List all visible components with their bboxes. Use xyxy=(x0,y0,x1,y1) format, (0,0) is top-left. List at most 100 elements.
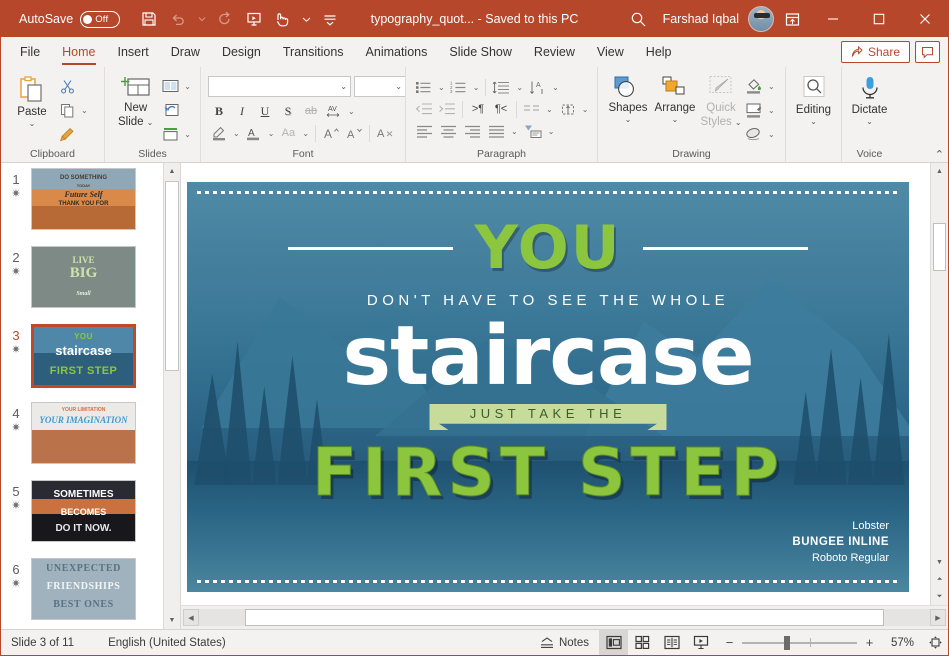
align-right-button[interactable] xyxy=(461,120,484,142)
normal-view-button[interactable] xyxy=(599,630,628,655)
slide-counter[interactable]: Slide 3 of 11 xyxy=(11,637,74,649)
account-name[interactable]: Farshad Iqbal xyxy=(663,12,739,26)
ribbon-toggle-icon[interactable] xyxy=(317,6,343,32)
thumbnail-scroll-down-icon[interactable]: ▼ xyxy=(164,612,180,629)
start-presentation-icon[interactable] xyxy=(241,6,267,32)
columns-dropdown-icon[interactable]: ⌄ xyxy=(544,105,555,114)
ribbon-display-options-icon[interactable] xyxy=(774,1,810,37)
minimize-button[interactable] xyxy=(810,1,856,37)
bold-button[interactable]: B xyxy=(208,100,230,122)
thumbnail-slide-6[interactable]: 6 ✷ UNEXPECTED FRIENDSHIPS BEST ONES xyxy=(1,558,162,629)
zoom-out-button[interactable]: − xyxy=(723,635,736,650)
underline-button[interactable]: U xyxy=(254,100,276,122)
comments-button[interactable] xyxy=(915,41,940,63)
tab-draw[interactable]: Draw xyxy=(160,37,211,67)
thumbnail-frame-1[interactable]: DO SOMETHING TODAY Future Self THANK YOU… xyxy=(31,168,136,230)
arrange-dropdown-icon[interactable]: ⌄ xyxy=(672,116,679,124)
shape-effects-dropdown-icon[interactable]: ⌄ xyxy=(766,130,777,139)
tab-review[interactable]: Review xyxy=(523,37,586,67)
font-name-input[interactable]: ⌄ xyxy=(208,76,351,97)
dictate-button[interactable]: Dictate ⌄ xyxy=(849,72,890,126)
line-spacing-button[interactable] xyxy=(490,76,513,98)
numbering-button[interactable]: 123 xyxy=(448,76,470,98)
zoom-slider-handle[interactable] xyxy=(784,635,790,650)
shapes-button[interactable]: Shapes ⌄ xyxy=(605,72,651,124)
slide-horizontal-scrollbar[interactable]: ◀ ▶ xyxy=(183,609,946,627)
font-name-dropdown-icon[interactable]: ⌄ xyxy=(340,82,347,91)
new-slide-button[interactable]: New Slide ⌄ xyxy=(112,72,159,129)
share-button[interactable]: Share xyxy=(840,41,910,63)
thumbnail-frame-3-selected[interactable]: YOU staircase FIRST STEP xyxy=(31,324,136,388)
italic-button[interactable]: I xyxy=(231,100,253,122)
layout-dropdown-icon[interactable]: ⌄ xyxy=(182,82,193,91)
maximize-button[interactable] xyxy=(856,1,902,37)
dictate-dropdown-icon[interactable]: ⌄ xyxy=(866,118,873,126)
smartart-dropdown-icon[interactable]: ⌄ xyxy=(546,127,557,136)
format-painter-icon[interactable] xyxy=(56,123,78,145)
font-color-button[interactable]: A xyxy=(243,122,265,144)
shape-effects-icon[interactable] xyxy=(743,123,765,145)
previous-slide-icon[interactable]: ⏶ xyxy=(931,571,948,588)
zoom-in-button[interactable]: + xyxy=(863,635,876,650)
font-size-dropdown-icon[interactable]: ⌄ xyxy=(395,82,402,91)
tab-animations[interactable]: Animations xyxy=(355,37,439,67)
zoom-percentage[interactable]: 57% xyxy=(882,637,914,649)
thumbnail-slide-4[interactable]: 4 ✷ YOUR LIMITATION YOUR IMAGINATION xyxy=(1,402,162,480)
slide-word-staircase[interactable]: staircase xyxy=(187,307,909,407)
hscroll-thumb[interactable] xyxy=(245,609,884,626)
tab-home[interactable]: Home xyxy=(51,37,106,67)
autosave-toggle[interactable]: AutoSave Off xyxy=(19,10,121,28)
justify-dropdown-icon[interactable]: ⌄ xyxy=(509,127,520,136)
scroll-left-icon[interactable]: ◀ xyxy=(183,609,199,626)
align-center-button[interactable] xyxy=(437,120,460,142)
search-icon[interactable] xyxy=(619,1,659,37)
thumbnail-slide-5[interactable]: 5 ✷ SOMETIMES BECOMES DO IT NOW. xyxy=(1,480,162,558)
thumbnail-scroll-thumb[interactable] xyxy=(165,181,179,371)
undo-dropdown-icon[interactable] xyxy=(194,6,209,32)
copy-icon[interactable] xyxy=(56,99,78,121)
paste-button[interactable]: Paste ⌄ xyxy=(8,72,56,128)
paste-dropdown-icon[interactable]: ⌄ xyxy=(29,120,36,128)
tab-file[interactable]: File xyxy=(9,37,51,67)
numbering-dropdown-icon[interactable]: ⌄ xyxy=(471,83,482,92)
shapes-dropdown-icon[interactable]: ⌄ xyxy=(625,116,632,124)
thumbnail-slide-2[interactable]: 2 ✷ LIVE BIG Small xyxy=(1,246,162,324)
thumbnail-slide-1[interactable]: 1 ✷ DO SOMETHING TODAY Future Self THANK… xyxy=(1,168,162,246)
cut-icon[interactable] xyxy=(56,75,78,97)
clear-formatting-button[interactable]: A xyxy=(374,122,396,144)
slide-sorter-view-button[interactable] xyxy=(628,630,657,655)
increase-font-size-button[interactable]: A xyxy=(320,122,342,144)
slide-font-credits[interactable]: Lobster BUNGEE INLINE Roboto Regular xyxy=(792,518,889,566)
new-slide-dropdown-icon[interactable]: ⌄ xyxy=(147,118,154,127)
decrease-indent-button[interactable] xyxy=(413,98,435,120)
thumbnail-frame-5[interactable]: SOMETIMES BECOMES DO IT NOW. xyxy=(31,480,136,542)
collapse-ribbon-button[interactable]: ⌃ xyxy=(935,148,944,161)
thumbnail-scroll-up-icon[interactable]: ▲ xyxy=(164,163,180,180)
slide-scroll-thumb[interactable] xyxy=(933,223,946,271)
increase-indent-button[interactable] xyxy=(436,98,458,120)
quick-styles-button[interactable]: Quick Styles ⌄ xyxy=(699,72,743,129)
shape-fill-icon[interactable] xyxy=(743,75,765,97)
tab-help[interactable]: Help xyxy=(635,37,683,67)
editing-dropdown-icon[interactable]: ⌄ xyxy=(810,118,817,126)
arrange-button[interactable]: Arrange ⌄ xyxy=(651,72,699,124)
tab-insert[interactable]: Insert xyxy=(107,37,160,67)
zoom-slider[interactable] xyxy=(742,635,857,650)
slide-show-view-button[interactable] xyxy=(686,630,715,655)
section-dropdown-icon[interactable]: ⌄ xyxy=(182,130,193,139)
rtl-text-direction-button[interactable]: ¶< xyxy=(490,98,512,120)
slide-headline[interactable]: FIRST STEP xyxy=(187,434,909,511)
scroll-right-icon[interactable]: ▶ xyxy=(930,609,946,626)
character-spacing-dropdown-icon[interactable]: ⌄ xyxy=(346,107,357,116)
slide-scroll-up-icon[interactable]: ▲ xyxy=(931,163,948,180)
customize-qat-icon[interactable] xyxy=(299,6,314,32)
align-left-button[interactable] xyxy=(413,120,436,142)
shape-fill-dropdown-icon[interactable]: ⌄ xyxy=(766,82,777,91)
copy-dropdown-icon[interactable]: ⌄ xyxy=(79,106,90,115)
font-color-dropdown-icon[interactable]: ⌄ xyxy=(266,129,277,138)
text-direction-button[interactable]: A xyxy=(527,76,549,98)
text-highlight-color-button[interactable] xyxy=(208,122,230,144)
language-indicator[interactable]: English (United States) xyxy=(108,637,226,649)
thumbnail-frame-4[interactable]: YOUR LIMITATION YOUR IMAGINATION xyxy=(31,402,136,464)
tab-view[interactable]: View xyxy=(586,37,635,67)
